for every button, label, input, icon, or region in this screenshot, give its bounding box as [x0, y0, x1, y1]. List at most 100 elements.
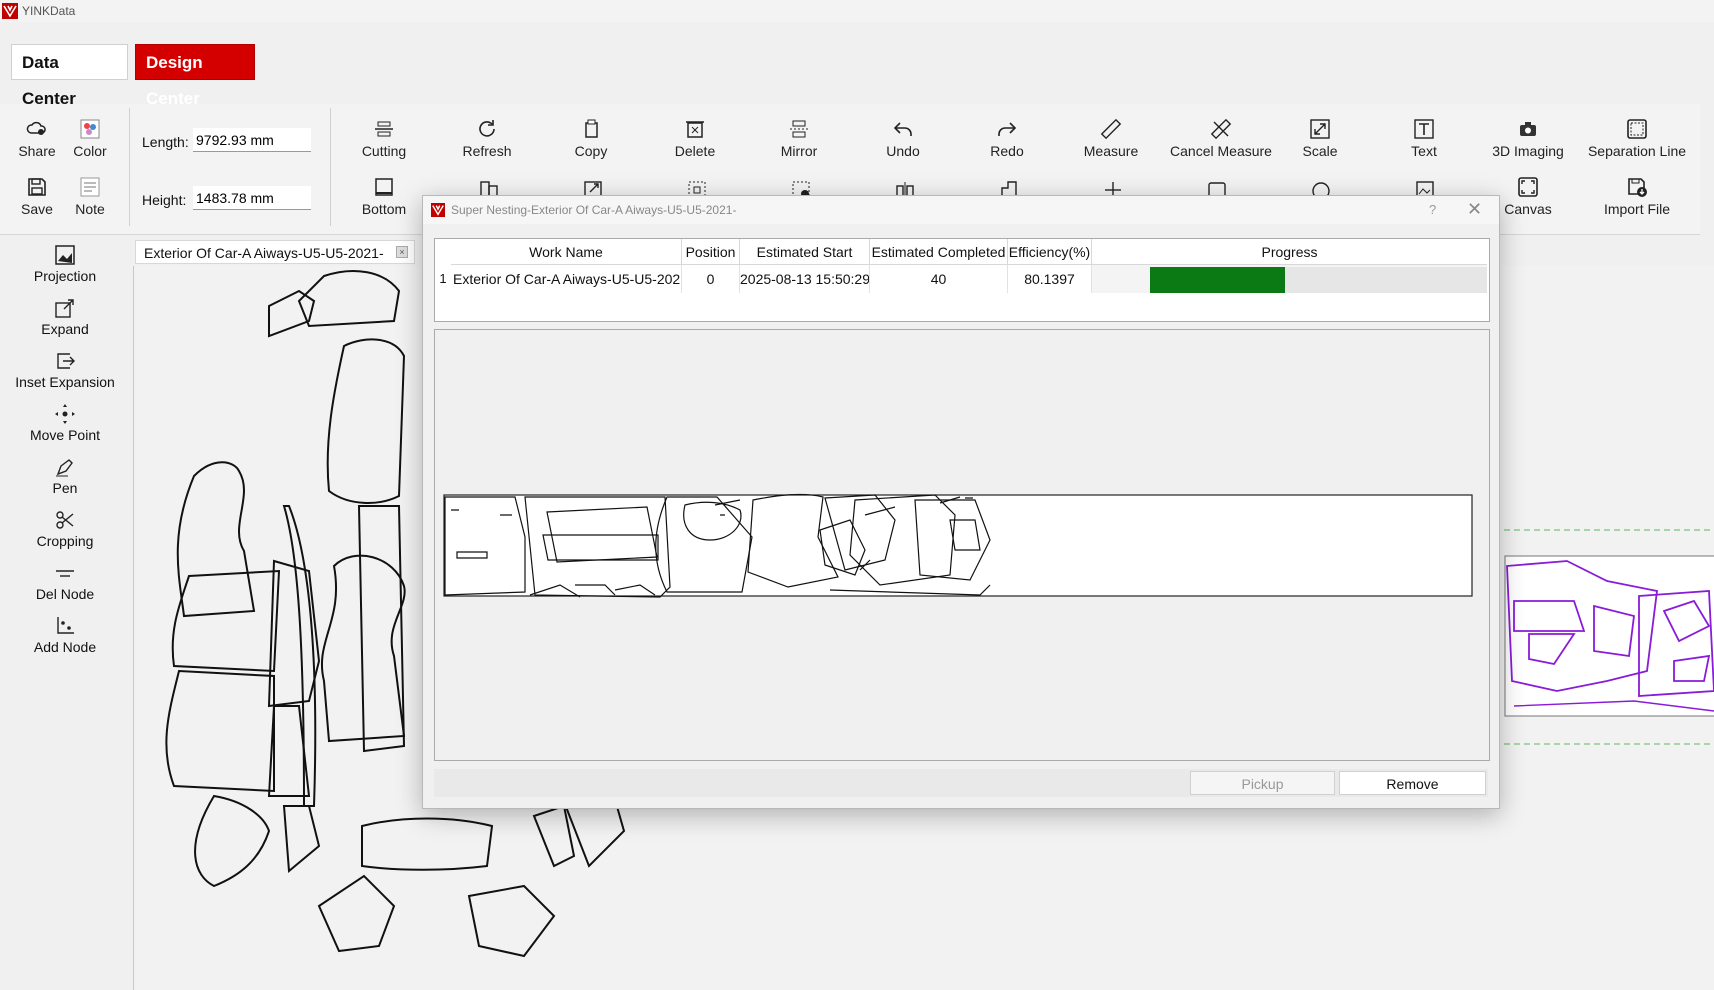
remove-button[interactable]: Remove	[1339, 771, 1486, 795]
expand-icon	[55, 299, 74, 318]
del-node-label: Del Node	[35, 586, 95, 602]
scale-label: Scale	[1302, 143, 1338, 159]
color-label: Color	[73, 143, 107, 159]
measure-button[interactable]: Measure	[1061, 118, 1161, 159]
separation-line-button[interactable]: Separation Line	[1582, 118, 1692, 159]
import-file-icon	[1628, 178, 1647, 197]
cutting-button[interactable]: Cutting	[334, 118, 434, 159]
add-node-label: Add Node	[33, 639, 97, 655]
height-input[interactable]	[193, 186, 311, 210]
undo-button[interactable]: Undo	[853, 118, 953, 159]
column-header-progress[interactable]: Progress	[1092, 239, 1487, 265]
mirror-icon	[790, 120, 808, 138]
refresh-icon	[479, 120, 495, 137]
scale-button[interactable]: Scale	[1270, 118, 1370, 159]
super-nesting-dialog: Super Nesting-Exterior Of Car-A Aiways-U…	[422, 195, 1500, 809]
inset-expansion-icon	[57, 353, 75, 369]
redo-button[interactable]: Redo	[957, 118, 1057, 159]
length-input[interactable]	[193, 128, 311, 152]
delete-button[interactable]: Delete	[645, 118, 745, 159]
dialog-footer: Pickup Remove	[434, 769, 1488, 797]
bottom-label: Bottom	[361, 201, 407, 217]
document-tab[interactable]: Exterior Of Car-A Aiways-U5-U5-2021- ×	[135, 240, 415, 264]
align-bottom-icon	[375, 178, 393, 196]
text-icon	[1414, 119, 1434, 139]
cell-estimated-start[interactable]: 2025-08-13 15:50:29	[740, 265, 870, 293]
column-header-estimated-completed[interactable]: Estimated Completed	[870, 239, 1008, 265]
import-file-button[interactable]: Import File	[1582, 176, 1692, 217]
note-icon	[80, 177, 100, 197]
column-header-position[interactable]: Position	[682, 239, 740, 265]
app-title: YINKData	[22, 4, 76, 18]
color-palette-icon	[80, 119, 100, 139]
dialog-logo-icon	[431, 203, 445, 217]
expand-button[interactable]: Expand	[0, 297, 130, 337]
cell-work-name[interactable]: Exterior Of Car-A Aiways-U5-U5-2021-	[451, 265, 682, 293]
copy-button[interactable]: Copy	[541, 118, 641, 159]
projection-icon	[55, 245, 75, 265]
refresh-label: Refresh	[462, 143, 512, 159]
delete-icon	[686, 121, 704, 138]
del-node-button[interactable]: Del Node	[0, 562, 130, 602]
canvas-icon	[1518, 177, 1538, 197]
mirror-label: Mirror	[780, 143, 818, 159]
document-tab-title: Exterior Of Car-A Aiways-U5-U5-2021-	[144, 245, 384, 261]
inset-expansion-label: Inset Expansion	[15, 374, 115, 390]
title-bar: YINKData	[0, 0, 1714, 22]
separation-line-icon	[1627, 119, 1647, 139]
cutting-label: Cutting	[361, 143, 407, 159]
dialog-title: Super Nesting-Exterior Of Car-A Aiways-U…	[451, 203, 737, 217]
refresh-button[interactable]: Refresh	[437, 118, 537, 159]
close-icon[interactable]: ✕	[1467, 199, 1482, 220]
cropping-button[interactable]: Cropping	[0, 509, 130, 549]
color-button[interactable]: Color	[40, 118, 140, 159]
nesting-sheet	[443, 494, 1473, 597]
cell-estimated-completed[interactable]: 40	[870, 265, 1008, 293]
bottom-button[interactable]: Bottom	[334, 176, 434, 217]
add-node-button[interactable]: Add Node	[0, 615, 130, 655]
pen-icon	[56, 459, 73, 477]
ruler-icon	[1100, 118, 1122, 140]
scissors-icon	[56, 511, 74, 529]
progress-bar-fill	[1150, 267, 1285, 293]
move-point-button[interactable]: Move Point	[0, 403, 130, 443]
3d-imaging-button[interactable]: 3D Imaging	[1478, 118, 1578, 159]
projection-button[interactable]: Projection	[0, 244, 130, 284]
delete-label: Delete	[674, 143, 716, 159]
mirror-button[interactable]: Mirror	[749, 118, 849, 159]
design-center-tab[interactable]: Design Center	[135, 44, 255, 108]
column-header-work-name[interactable]: Work Name	[451, 239, 682, 265]
move-point-icon	[55, 404, 75, 424]
toolbar-divider	[129, 108, 130, 226]
inset-expansion-button[interactable]: Inset Expansion	[0, 350, 130, 390]
progress-bar	[1150, 267, 1487, 293]
pen-button[interactable]: Pen	[0, 456, 130, 496]
toolbar-divider	[330, 108, 331, 226]
note-button[interactable]: Note	[40, 176, 140, 217]
move-point-label: Move Point	[29, 427, 101, 443]
copy-label: Copy	[574, 143, 608, 159]
nesting-jobs-table: Work Name Position Estimated Start Estim…	[434, 238, 1490, 322]
pickup-button[interactable]: Pickup	[1190, 771, 1335, 795]
redo-label: Redo	[990, 143, 1024, 159]
cutting-icon	[375, 121, 393, 137]
help-icon[interactable]: ?	[1429, 202, 1436, 217]
cell-efficiency[interactable]: 80.1397	[1008, 265, 1092, 293]
column-header-estimated-start[interactable]: Estimated Start	[740, 239, 870, 265]
add-node-icon	[57, 617, 74, 634]
text-button[interactable]: Text	[1374, 118, 1474, 159]
data-center-tab[interactable]: Data Center	[11, 44, 128, 108]
dialog-title-bar[interactable]: Super Nesting-Exterior Of Car-A Aiways-U…	[423, 196, 1499, 224]
row-number: 1	[435, 265, 451, 293]
top-nav: Data Center Design Center	[0, 22, 1714, 108]
3d-imaging-label: 3D Imaging	[1492, 143, 1564, 159]
close-tab-icon[interactable]: ×	[396, 246, 408, 258]
nesting-preview-panel	[434, 329, 1490, 761]
cancel-measure-button[interactable]: Cancel Measure	[1166, 118, 1276, 159]
column-header-efficiency[interactable]: Efficiency(%)	[1008, 239, 1092, 265]
cell-position[interactable]: 0	[682, 265, 740, 293]
undo-label: Undo	[886, 143, 920, 159]
redo-icon	[998, 122, 1017, 136]
length-label: Length:	[142, 134, 189, 150]
left-toolbar: Projection Expand Inset Expansion Move P…	[0, 236, 130, 990]
